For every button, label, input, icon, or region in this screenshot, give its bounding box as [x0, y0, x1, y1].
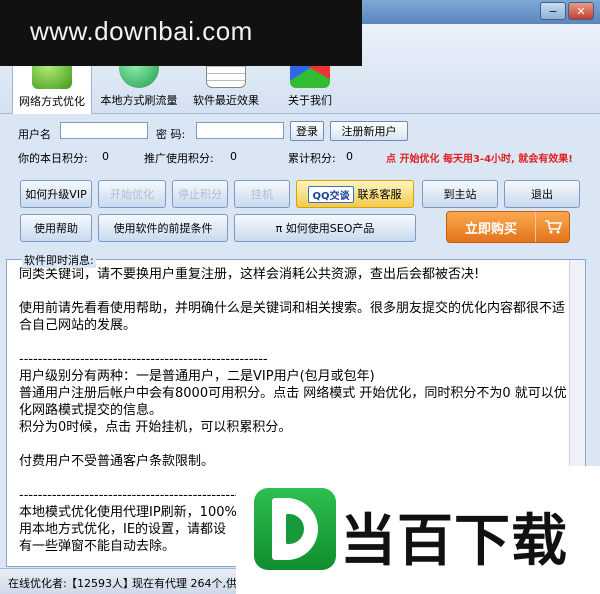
- tab-label: 网络方式优化: [19, 95, 85, 108]
- close-button[interactable]: ✕: [568, 2, 594, 20]
- seo-product-button[interactable]: π 如何使用SEO产品: [234, 214, 416, 242]
- password-input[interactable]: [196, 122, 284, 139]
- proxy-status: 现在有代理 264个,供本: [132, 577, 248, 590]
- d-logo-icon: [254, 488, 336, 570]
- watermark-text: 当百下载: [340, 509, 568, 574]
- cart-icon: [535, 212, 569, 242]
- message-title: 软件即时消息:: [22, 252, 96, 268]
- window-controls: − ✕: [540, 2, 594, 20]
- total-points-label: 累计积分:: [288, 152, 336, 165]
- contact-label: 联系客服: [357, 188, 402, 201]
- total-points-value: 0: [346, 150, 353, 163]
- watermark-logo-bottom: 当百下载: [236, 466, 600, 594]
- stop-points-button[interactable]: 停止积分: [172, 180, 228, 208]
- password-label: 密 码:: [156, 128, 186, 141]
- qq-chat-icon: QQ交谈: [308, 185, 354, 203]
- today-points-label: 你的本日积分:: [18, 152, 88, 165]
- tab-label: 本地方式刷流量: [100, 94, 178, 107]
- username-input[interactable]: [60, 122, 148, 139]
- go-main-site-button[interactable]: 到主站: [422, 180, 498, 208]
- minimize-button[interactable]: −: [540, 2, 566, 20]
- login-button[interactable]: 登录: [290, 121, 324, 141]
- buy-now-button[interactable]: 立即购买: [446, 211, 570, 243]
- buy-now-label: 立即购买: [464, 221, 517, 237]
- register-button[interactable]: 注册新用户: [330, 121, 408, 141]
- help-button[interactable]: 使用帮助: [20, 214, 92, 242]
- today-points-value: 0: [102, 150, 109, 163]
- online-label: 在线优化者:: [8, 577, 67, 590]
- promo-points-value: 0: [230, 150, 237, 163]
- contact-service-button[interactable]: QQ交谈 联系客服: [296, 180, 414, 208]
- tab-label: 关于我们: [288, 94, 332, 107]
- hang-button[interactable]: 挂机: [234, 180, 290, 208]
- online-count: 【12593人】: [66, 577, 134, 590]
- optimize-notice: 点 开始优化 每天用3-4小时, 就会有效果!: [386, 154, 573, 165]
- start-optimize-button[interactable]: 开始优化: [98, 180, 166, 208]
- prerequisite-button[interactable]: 使用软件的前提条件: [98, 214, 228, 242]
- upgrade-vip-button[interactable]: 如何升级VIP: [20, 180, 92, 208]
- promo-points-label: 推广使用积分:: [144, 152, 214, 165]
- username-label: 用户名: [18, 128, 51, 141]
- tab-label: 软件最近效果: [193, 94, 259, 107]
- watermark-banner-top: www.downbai.com: [0, 0, 362, 66]
- exit-button[interactable]: 退出: [504, 180, 580, 208]
